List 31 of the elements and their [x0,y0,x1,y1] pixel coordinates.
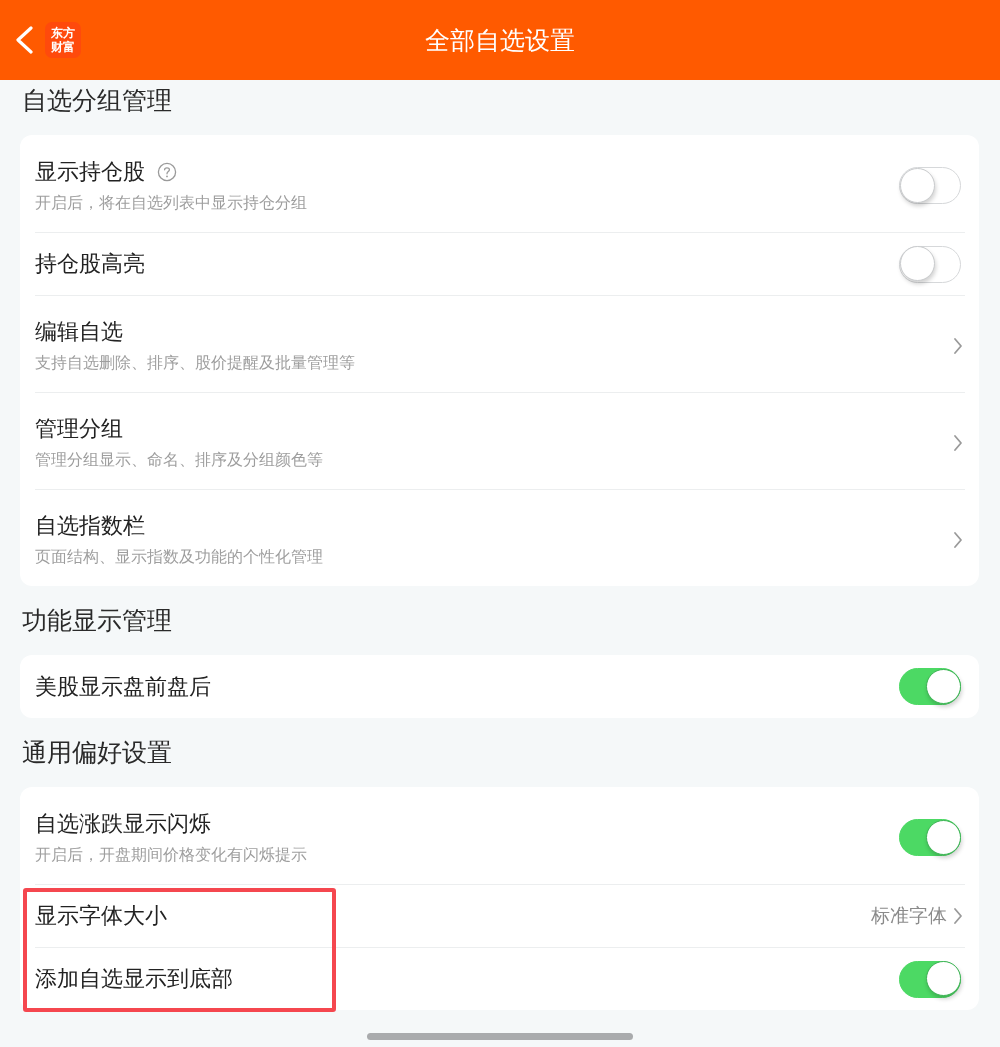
section-heading: 通用偏好设置 [22,737,172,767]
setting-title: 添加自选显示到底部 [35,965,233,993]
back-icon[interactable] [15,26,33,54]
setting-title: 自选指数栏 [35,512,145,540]
page-title: 全部自选设置 [425,25,575,55]
toggle-switch[interactable] [899,819,961,856]
section-heading: 自选分组管理 [22,85,172,115]
setting-value: 标准字体 [871,904,947,928]
chevron-right-icon[interactable] [953,907,963,925]
setting-title: 管理分组 [35,415,123,443]
setting-description: 开启后，将在自选列表中显示持仓分组 [35,192,307,213]
toggle-switch[interactable] [899,167,961,204]
setting-description: 开启后，开盘期间价格变化有闪烁提示 [35,844,307,865]
setting-title: 显示字体大小 [35,902,167,930]
toggle-switch[interactable] [899,960,961,998]
setting-title: 美股显示盘前盘后 [35,672,211,701]
setting-description: 支持自选删除、排序、股价提醒及批量管理等 [35,353,355,373]
setting-description: 页面结构、显示指数及功能的个性化管理 [35,547,323,567]
setting-title: 持仓股高亮 [35,250,145,278]
chevron-right-icon[interactable] [953,337,963,355]
setting-description: 管理分组显示、命名、排序及分组颜色等 [35,450,323,470]
chevron-right-icon[interactable] [953,434,963,452]
app-logo: 东方 财富 [45,22,81,58]
setting-title: 自选涨跌显示闪烁 [35,809,211,838]
toggle-switch[interactable] [899,245,961,283]
toggle-switch[interactable] [899,668,961,705]
setting-title: 显示持仓股 [35,157,145,186]
setting-title: 编辑自选 [35,318,123,346]
chevron-right-icon[interactable] [953,531,963,549]
section-heading: 功能显示管理 [22,605,172,635]
help-icon[interactable] [157,161,177,182]
